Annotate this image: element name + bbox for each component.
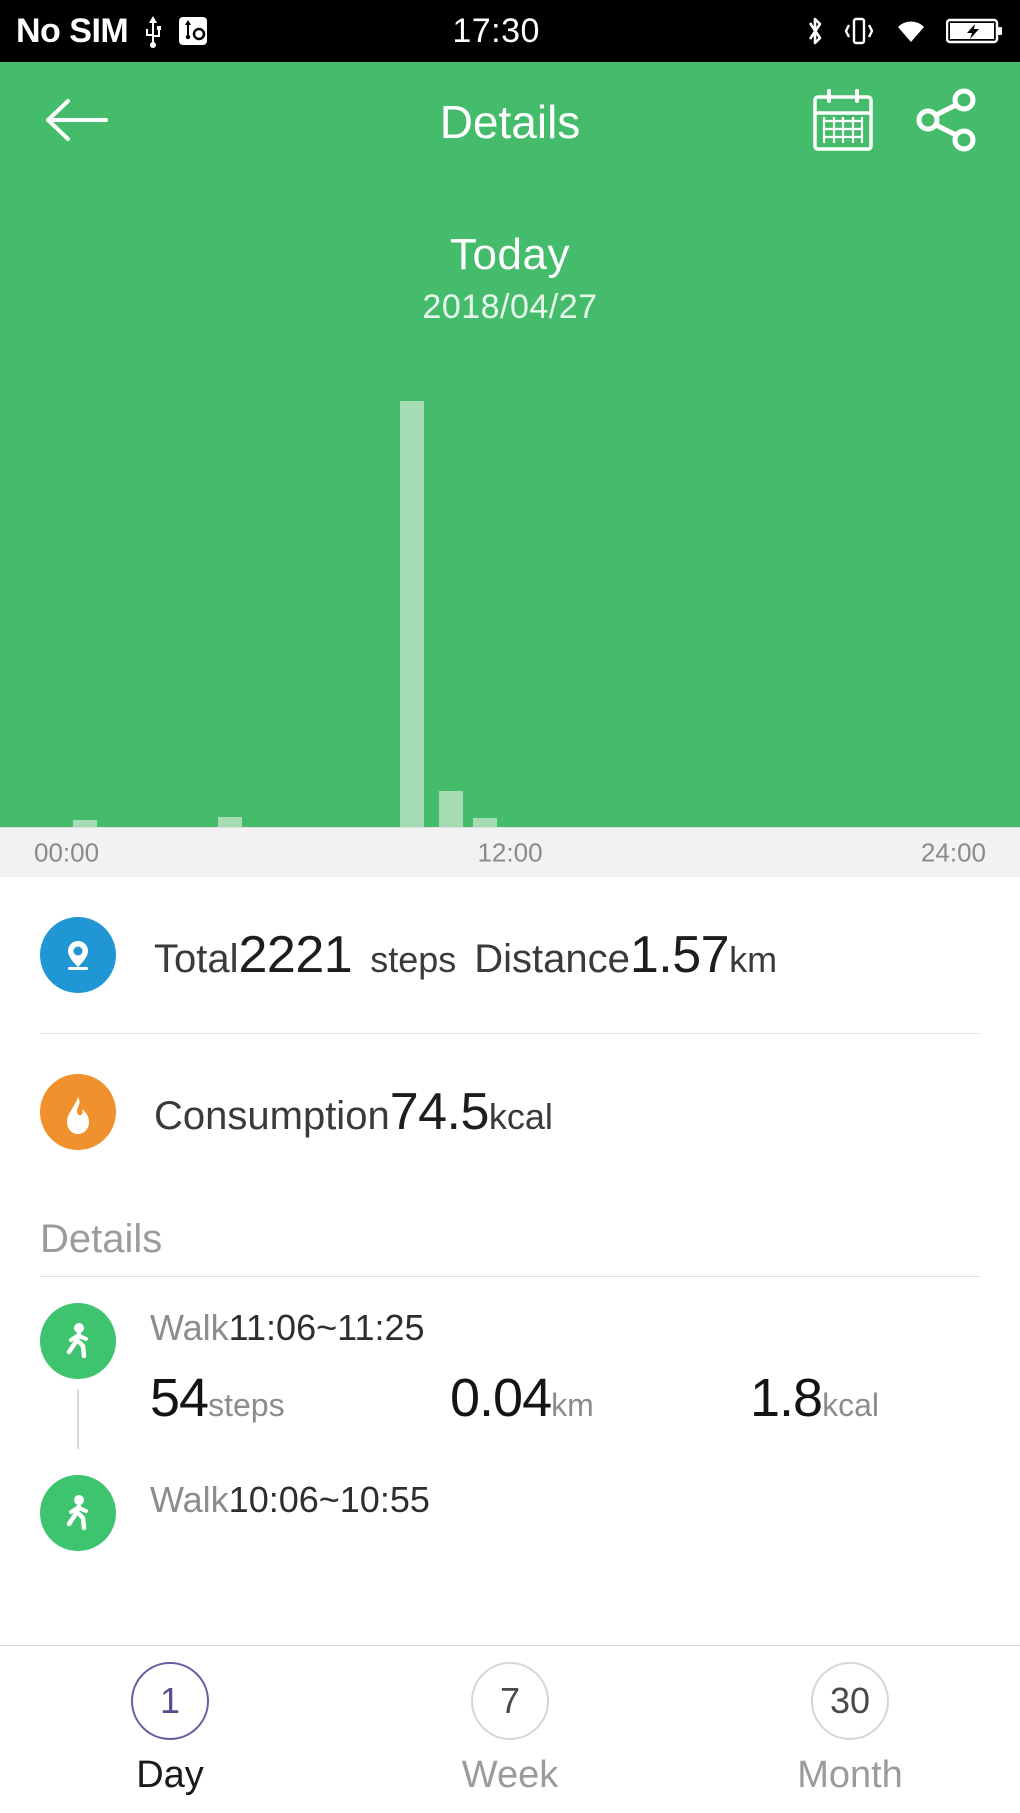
- status-bar-center: 17:30: [208, 12, 804, 51]
- share-icon: [914, 87, 980, 158]
- tab-day-number: 1: [131, 1662, 209, 1740]
- tab-day[interactable]: 1 Day: [0, 1662, 340, 1797]
- chart-bar: [217, 817, 242, 827]
- timeline-connector: [77, 1389, 79, 1449]
- details-entries-list: Walk11:06~11:25 54 steps 0.04 km 1.8 kca…: [0, 1277, 1020, 1551]
- consumption-unit: kcal: [488, 1095, 553, 1137]
- entry-title: Walk11:06~11:25: [150, 1307, 980, 1349]
- entry-steps-value: 54: [150, 1368, 209, 1428]
- entry-calories-unit: kcal: [822, 1387, 879, 1423]
- entry-type: Walk: [150, 1307, 229, 1348]
- status-bar-right: [804, 14, 1004, 48]
- list-item[interactable]: Walk10:06~10:55: [40, 1449, 980, 1551]
- consumption-value: 74.5: [389, 1082, 490, 1141]
- steps-bar-chart[interactable]: [0, 365, 1020, 827]
- app-root: No SIM 17:30 Details Today 2018/04/27 00…: [0, 0, 1020, 1813]
- chart-bar: [73, 819, 97, 827]
- entry-distance-metric: 0.04 km: [450, 1367, 750, 1429]
- walking-person-icon: [40, 1303, 116, 1379]
- tab-month-label: Month: [797, 1754, 903, 1796]
- calendar-button[interactable]: [810, 87, 876, 158]
- calendar-icon: [810, 87, 876, 158]
- entry-type: Walk: [150, 1479, 229, 1520]
- chart-x-axis: 00:00 12:00 24:00: [0, 827, 1020, 877]
- distance-label: Distance: [474, 937, 630, 981]
- calories-summary-row[interactable]: Consumption 74.5 kcal: [40, 1033, 980, 1189]
- total-steps-value: 2221: [238, 926, 353, 984]
- axis-tick-start: 00:00: [34, 837, 100, 867]
- calories-summary-text: Consumption 74.5 kcal: [154, 1082, 553, 1142]
- steps-summary-row[interactable]: Total 2221 steps Distance 1.57 km: [40, 877, 980, 1033]
- entry-steps-metric: 54 steps: [150, 1367, 450, 1429]
- green-header-panel: Details Today 2018/04/27: [0, 62, 1020, 827]
- wifi-icon: [892, 16, 930, 46]
- day-heading: Today: [450, 230, 570, 279]
- arrow-left-icon: [40, 95, 112, 150]
- flame-icon: [40, 1073, 116, 1150]
- share-button[interactable]: [914, 87, 980, 158]
- carrier-label: No SIM: [16, 11, 129, 50]
- consumption-label: Consumption: [154, 1093, 390, 1138]
- tab-month[interactable]: 30 Month: [680, 1662, 1020, 1797]
- summary-section: Total 2221 steps Distance 1.57 km Consum…: [0, 877, 1020, 1189]
- distance-unit: km: [729, 939, 778, 980]
- entry-metrics: 54 steps 0.04 km 1.8 kcal: [150, 1367, 980, 1429]
- entry-distance-unit: km: [551, 1387, 594, 1423]
- location-pin-icon: [40, 917, 116, 993]
- total-label: Total: [154, 937, 239, 981]
- entry-icon-column: [40, 1303, 116, 1449]
- entry-time-range: 10:06~10:55: [228, 1479, 430, 1520]
- axis-tick-mid: 12:00: [477, 837, 543, 867]
- entry-time-range: 11:06~11:25: [228, 1307, 425, 1348]
- usb-debug-icon: [178, 16, 208, 46]
- entry-body: Walk10:06~10:55: [150, 1475, 980, 1551]
- steps-summary-text: Total 2221 steps Distance 1.57 km: [154, 925, 777, 985]
- vibrate-icon: [842, 15, 876, 47]
- steps-unit: steps: [370, 939, 457, 980]
- entry-calories-value: 1.8: [750, 1368, 823, 1428]
- bottom-tab-bar: 1 Day 7 Week 30 Month: [0, 1645, 1020, 1813]
- chart-bar: [400, 401, 425, 827]
- date-heading: 2018/04/27: [422, 288, 598, 326]
- axis-tick-end: 24:00: [920, 837, 986, 867]
- details-section-title: Details: [40, 1217, 980, 1277]
- tab-week[interactable]: 7 Week: [340, 1662, 680, 1797]
- battery-charging-icon: [946, 16, 1004, 46]
- chart-plot-area: [0, 365, 1020, 827]
- back-button[interactable]: [40, 87, 120, 157]
- status-bar-left: No SIM: [16, 12, 208, 51]
- chart-bar: [438, 790, 463, 827]
- entry-icon-column: [40, 1475, 116, 1551]
- tab-week-number: 7: [471, 1662, 549, 1740]
- entry-body: Walk11:06~11:25 54 steps 0.04 km 1.8 kca…: [150, 1303, 980, 1449]
- entry-title: Walk10:06~10:55: [150, 1479, 980, 1521]
- tab-day-label: Day: [136, 1754, 204, 1796]
- chart-bar: [472, 817, 497, 827]
- bluetooth-icon: [804, 14, 826, 48]
- status-bar: No SIM 17:30: [0, 0, 1020, 62]
- tab-month-number: 30: [811, 1662, 889, 1740]
- distance-value: 1.57: [629, 926, 730, 984]
- entry-distance-value: 0.04: [450, 1368, 552, 1428]
- entry-steps-unit: steps: [208, 1387, 285, 1423]
- tab-week-label: Week: [461, 1754, 559, 1796]
- status-clock: 17:30: [452, 11, 540, 50]
- usb-icon: [140, 14, 166, 48]
- app-bar: Details: [0, 62, 1020, 182]
- walking-person-icon: [40, 1475, 116, 1551]
- app-bar-actions: [810, 87, 980, 158]
- list-item[interactable]: Walk11:06~11:25 54 steps 0.04 km 1.8 kca…: [40, 1277, 980, 1449]
- entry-calories-metric: 1.8 kcal: [750, 1367, 879, 1429]
